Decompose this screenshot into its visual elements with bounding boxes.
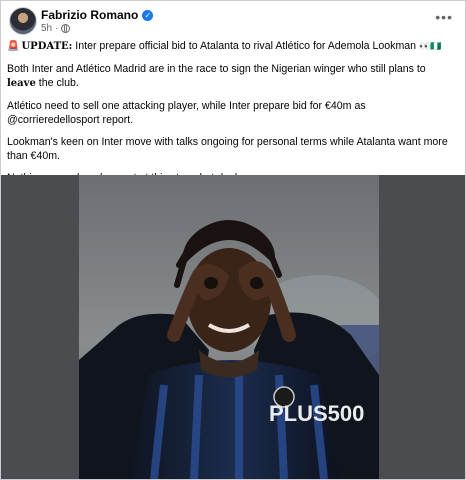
post-card: Fabrizio Romano ✓ 5h · ••• 🚨 UPDATE: Inte…: [0, 0, 466, 480]
verified-badge-icon: ✓: [142, 9, 154, 21]
author-row: Fabrizio Romano ✓: [41, 8, 154, 22]
jersey-sponsor-text: PLUS500: [269, 401, 364, 426]
globe-icon: [61, 24, 71, 33]
post-photo[interactable]: PLUS500: [79, 175, 379, 479]
eyes-icon: 👀: [419, 41, 431, 51]
author-name[interactable]: Fabrizio Romano: [41, 8, 138, 22]
siren-icon: 🚨: [7, 41, 20, 52]
post-paragraph-3: Atlético need to sell one attacking play…: [7, 100, 366, 126]
post-paragraph-4: Lookman's keen on Inter move with talks …: [7, 136, 448, 162]
nigeria-flag-icon: 🇳🇬: [430, 41, 441, 51]
post-paragraph-headline: 🚨 UPDATE: Inter prepare official bid to A…: [7, 39, 457, 54]
post-body: 🚨 UPDATE: Inter prepare official bid to A…: [7, 39, 457, 193]
update-label: UPDATE:: [21, 41, 73, 52]
post-meta: 5h ·: [41, 23, 71, 34]
headline-text: Inter prepare official bid to Atalanta t…: [72, 40, 419, 52]
player-celebration-image: PLUS500: [79, 175, 379, 479]
post-photo-frame[interactable]: PLUS500: [1, 175, 465, 479]
post-header: Fabrizio Romano ✓ 5h · •••: [9, 5, 457, 37]
more-options-icon[interactable]: •••: [435, 9, 453, 25]
post-time[interactable]: 5h: [41, 23, 52, 34]
author-avatar[interactable]: [9, 7, 37, 35]
post-paragraph-2: Both Inter and Atlético Madrid are in th…: [7, 63, 426, 89]
